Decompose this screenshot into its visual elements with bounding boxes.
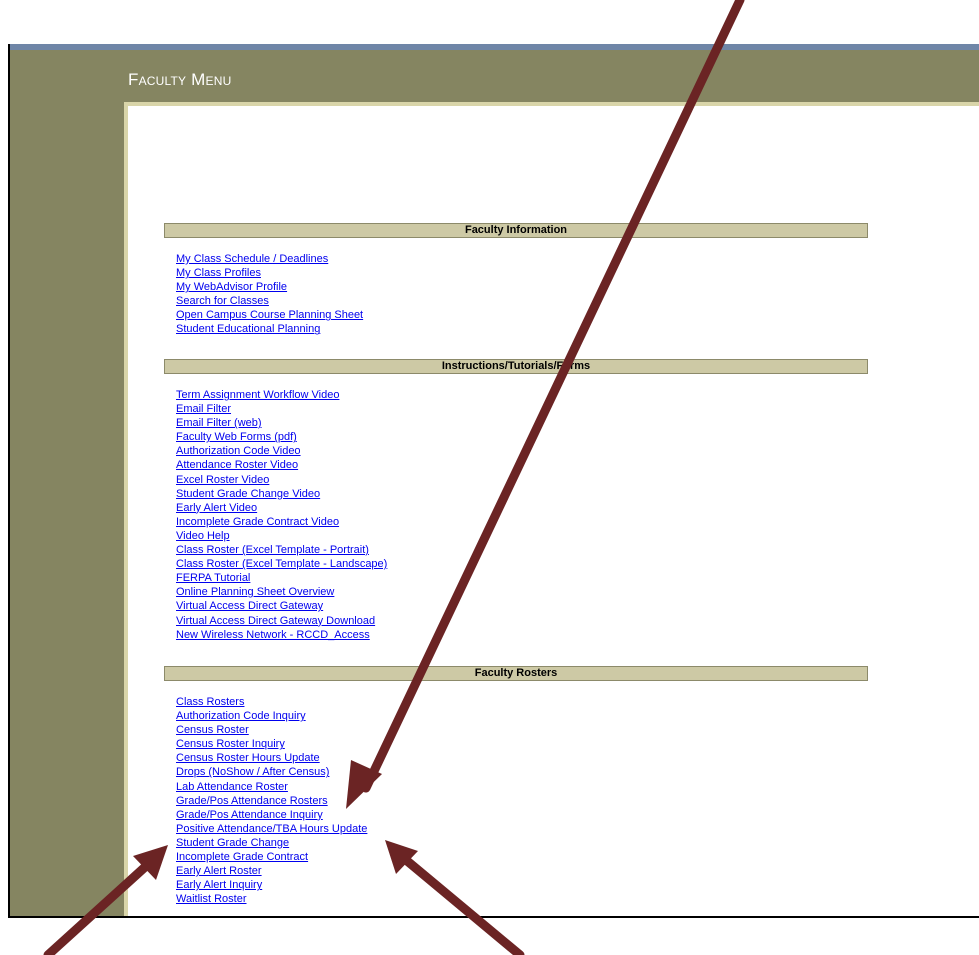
faculty-rosters-links: Class Rosters Authorization Code Inquiry C…	[176, 695, 367, 906]
link-faculty-web-forms-pdf[interactable]: Faculty Web Forms (pdf)	[176, 431, 297, 443]
list-item: Open Campus Course Planning Sheet	[176, 308, 363, 322]
list-item: Term Assignment Workflow Video	[176, 388, 387, 402]
list-item: Early Alert Inquiry	[176, 878, 367, 892]
list-item: Student Educational Planning	[176, 322, 363, 336]
link-email-filter-web[interactable]: Email Filter (web)	[176, 417, 262, 429]
list-item: Class Rosters	[176, 695, 367, 709]
list-item: Authorization Code Video	[176, 444, 387, 458]
link-authorization-code-inquiry[interactable]: Authorization Code Inquiry	[176, 710, 306, 722]
list-item: My Class Schedule / Deadlines	[176, 252, 363, 266]
page-header: Faculty Menu	[10, 50, 979, 102]
list-item: Waitlist Roster	[176, 892, 367, 906]
list-item: Virtual Access Direct Gateway	[176, 599, 387, 613]
list-item: Lab Attendance Roster	[176, 780, 367, 794]
list-item: Online Planning Sheet Overview	[176, 585, 387, 599]
link-early-alert-inquiry[interactable]: Early Alert Inquiry	[176, 879, 262, 891]
link-my-class-schedule-deadlines[interactable]: My Class Schedule / Deadlines	[176, 253, 328, 265]
list-item: Excel Roster Video	[176, 473, 387, 487]
list-item: Authorization Code Inquiry	[176, 709, 367, 723]
faculty-information-links: My Class Schedule / Deadlines My Class Pr…	[176, 252, 363, 337]
list-item: Video Help	[176, 529, 387, 543]
list-item: Census Roster Hours Update	[176, 751, 367, 765]
link-waitlist-roster[interactable]: Waitlist Roster	[176, 893, 247, 905]
link-authorization-code-video[interactable]: Authorization Code Video	[176, 445, 301, 457]
link-term-assignment-workflow-video[interactable]: Term Assignment Workflow Video	[176, 389, 339, 401]
section-header-instructions: Instructions/Tutorials/Forms	[164, 359, 868, 374]
link-grade-pos-attendance-inquiry[interactable]: Grade/Pos Attendance Inquiry	[176, 809, 323, 821]
list-item: FERPA Tutorial	[176, 571, 387, 585]
page-title: Faculty Menu	[128, 70, 232, 89]
list-item: Grade/Pos Attendance Inquiry	[176, 808, 367, 822]
link-online-planning-sheet-overview[interactable]: Online Planning Sheet Overview	[176, 586, 334, 598]
list-item: Attendance Roster Video	[176, 458, 387, 472]
link-my-webadvisor-profile[interactable]: My WebAdvisor Profile	[176, 281, 287, 293]
list-item: Drops (NoShow / After Census)	[176, 765, 367, 779]
list-item: Faculty Web Forms (pdf)	[176, 430, 387, 444]
link-ferpa-tutorial[interactable]: FERPA Tutorial	[176, 572, 250, 584]
list-item: Class Roster (Excel Template - Portrait)	[176, 543, 387, 557]
section-header-faculty-rosters: Faculty Rosters	[164, 666, 868, 681]
link-my-class-profiles[interactable]: My Class Profiles	[176, 267, 261, 279]
link-student-grade-change[interactable]: Student Grade Change	[176, 837, 289, 849]
link-incomplete-grade-contract[interactable]: Incomplete Grade Contract	[176, 851, 308, 863]
main-content: Faculty Information My Class Schedule / …	[124, 102, 979, 916]
section-header-faculty-information: Faculty Information	[164, 223, 868, 238]
link-virtual-access-direct-gateway[interactable]: Virtual Access Direct Gateway	[176, 600, 323, 612]
link-email-filter[interactable]: Email Filter	[176, 403, 231, 415]
link-class-rosters[interactable]: Class Rosters	[176, 696, 244, 708]
link-incomplete-grade-contract-video[interactable]: Incomplete Grade Contract Video	[176, 516, 339, 528]
list-item: Virtual Access Direct Gateway Download	[176, 614, 387, 628]
link-census-roster[interactable]: Census Roster	[176, 724, 249, 736]
list-item: Student Grade Change Video	[176, 487, 387, 501]
link-new-wireless-network-rccd-access[interactable]: New Wireless Network - RCCD_Access	[176, 629, 370, 641]
list-item: Early Alert Roster	[176, 864, 367, 878]
link-search-for-classes[interactable]: Search for Classes	[176, 295, 269, 307]
link-attendance-roster-video[interactable]: Attendance Roster Video	[176, 459, 298, 471]
browser-frame: Faculty Menu Faculty Information My Clas…	[8, 44, 979, 918]
list-item: Class Roster (Excel Template - Landscape…	[176, 557, 387, 571]
list-item: Student Grade Change	[176, 836, 367, 850]
link-video-help[interactable]: Video Help	[176, 530, 230, 542]
left-sidebar	[10, 102, 124, 916]
link-census-roster-hours-update[interactable]: Census Roster Hours Update	[176, 752, 320, 764]
link-student-grade-change-video[interactable]: Student Grade Change Video	[176, 488, 320, 500]
list-item: My Class Profiles	[176, 266, 363, 280]
list-item: My WebAdvisor Profile	[176, 280, 363, 294]
list-item: Search for Classes	[176, 294, 363, 308]
link-early-alert-roster[interactable]: Early Alert Roster	[176, 865, 262, 877]
link-lab-attendance-roster[interactable]: Lab Attendance Roster	[176, 781, 288, 793]
list-item: Incomplete Grade Contract Video	[176, 515, 387, 529]
link-open-campus-course-planning-sheet[interactable]: Open Campus Course Planning Sheet	[176, 309, 363, 321]
list-item: Positive Attendance/TBA Hours Update	[176, 822, 367, 836]
link-grade-pos-attendance-rosters[interactable]: Grade/Pos Attendance Rosters	[176, 795, 328, 807]
link-student-educational-planning[interactable]: Student Educational Planning	[176, 323, 320, 335]
link-positive-attendance-tba-hours-update[interactable]: Positive Attendance/TBA Hours Update	[176, 823, 367, 835]
list-item: New Wireless Network - RCCD_Access	[176, 628, 387, 642]
list-item: Early Alert Video	[176, 501, 387, 515]
link-class-roster-excel-template-landscape[interactable]: Class Roster (Excel Template - Landscape…	[176, 558, 387, 570]
link-early-alert-video[interactable]: Early Alert Video	[176, 502, 257, 514]
list-item: Grade/Pos Attendance Rosters	[176, 794, 367, 808]
link-census-roster-inquiry[interactable]: Census Roster Inquiry	[176, 738, 285, 750]
list-item: Census Roster Inquiry	[176, 737, 367, 751]
list-item: Incomplete Grade Contract	[176, 850, 367, 864]
list-item: Census Roster	[176, 723, 367, 737]
instructions-links: Term Assignment Workflow Video Email Filt…	[176, 388, 387, 642]
link-drops-noshow-after-census[interactable]: Drops (NoShow / After Census)	[176, 766, 329, 778]
list-item: Email Filter	[176, 402, 387, 416]
link-virtual-access-direct-gateway-download[interactable]: Virtual Access Direct Gateway Download	[176, 615, 375, 627]
link-excel-roster-video[interactable]: Excel Roster Video	[176, 474, 269, 486]
list-item: Email Filter (web)	[176, 416, 387, 430]
link-class-roster-excel-template-portrait[interactable]: Class Roster (Excel Template - Portrait)	[176, 544, 369, 556]
